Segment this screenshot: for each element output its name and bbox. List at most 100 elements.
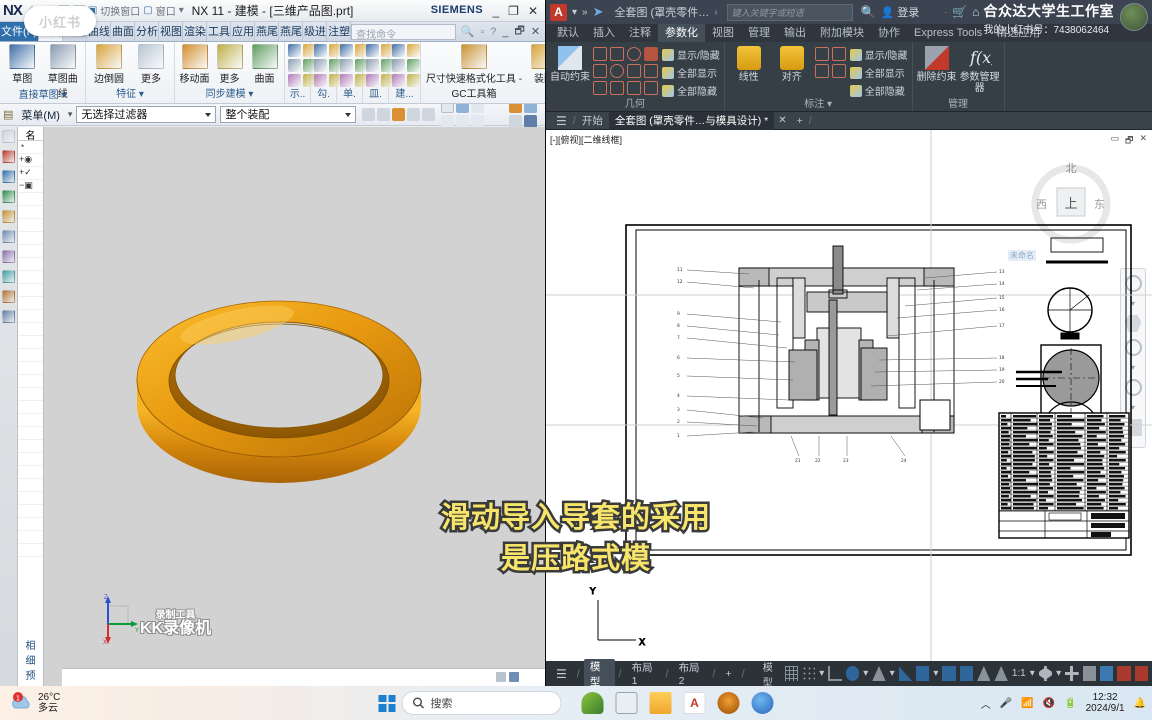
nx-tab-11[interactable]: 燕尾 [279, 22, 304, 41]
nx-minimize-button[interactable]: _ [492, 4, 499, 18]
acad-tab-2[interactable]: 注释 [622, 24, 658, 42]
snap-caret-icon[interactable]: ▾ [819, 668, 824, 679]
file-tab-drawing[interactable]: 全套图 (罩壳零件…与模具设计) * [608, 111, 775, 130]
polar-caret-icon[interactable]: ▾ [863, 668, 868, 679]
autocad-icon[interactable]: A [683, 692, 706, 714]
file-tab-start[interactable]: 开始 [576, 112, 609, 130]
nx-tool-icon-4[interactable] [340, 74, 353, 87]
nx-btn-move-face-icon[interactable]: 移动面 [178, 44, 211, 85]
symmetric-icon[interactable] [627, 81, 641, 95]
share-icon[interactable]: ➤ [593, 4, 604, 20]
horizontal-icon[interactable] [610, 47, 624, 61]
sign-in-label[interactable]: 登录 [897, 4, 919, 20]
nx-tab-4[interactable]: 曲面 [111, 22, 135, 41]
part-navigator-row[interactable] [18, 310, 43, 323]
selection-tools[interactable] [362, 108, 436, 121]
acad-panel-list[interactable]: 显示/隐藏 全部显示 全部隐藏 [662, 45, 720, 98]
acad-tab-9[interactable]: Express Tools [907, 24, 989, 42]
nx-status-buttons[interactable] [496, 672, 519, 682]
hardware-accel-icon[interactable] [1099, 666, 1114, 681]
help-icon[interactable]: ? [490, 26, 496, 38]
nx-btn-sketch-icon[interactable]: 草图 [3, 44, 42, 85]
nx-tab-9[interactable]: 应用 [231, 22, 256, 41]
snap-point-icon[interactable] [407, 108, 421, 121]
annotation-autoscale-icon[interactable] [977, 666, 991, 681]
acad-btn-delete-constraints-icon[interactable]: 删除约束 [917, 45, 957, 97]
part-navigator-row[interactable] [18, 479, 43, 492]
mold-assembly-drawing[interactable]: 11129 876 543 21 131415 161718 1920 21 22… [546, 130, 1152, 661]
widgets-icon[interactable] [581, 692, 604, 714]
selection-scope-combo[interactable]: 整个装配 [220, 106, 357, 123]
workspace-caret-icon[interactable]: ▾ [1056, 668, 1061, 679]
nx-tool-icon-2[interactable] [288, 59, 301, 72]
part-navigator-row[interactable]: ◔ [18, 141, 43, 154]
tangent-icon[interactable] [610, 64, 624, 78]
part-navigator-row[interactable] [18, 401, 43, 414]
part-navigator-footer-item[interactable]: 细 [18, 652, 43, 667]
windows-taskbar[interactable]: 1 26°C 多云 搜索 A ︿ 🎤 📶 🔇 🔋 12:32 2024/9/1 … [0, 686, 1152, 720]
nx-find-command-input[interactable]: 查找命令 [351, 24, 456, 41]
concentric-icon[interactable] [627, 47, 641, 61]
part-navigator-row[interactable] [18, 388, 43, 401]
acad-panel-icon-grid[interactable] [814, 45, 847, 97]
grid-icon[interactable] [784, 666, 798, 681]
layout-tab-layout2[interactable]: 布局2 [673, 660, 709, 686]
part-navigator-row[interactable] [18, 297, 43, 310]
nx-window-controls[interactable]: _ ❐ ✕ [492, 0, 542, 22]
nx-maximize-button[interactable]: ❐ [508, 4, 519, 18]
layout-tab-layout1[interactable]: 布局1 [626, 660, 662, 686]
wifi-icon[interactable]: 📶 [1021, 698, 1033, 709]
nx-tool-icon-0[interactable] [314, 44, 327, 57]
part-navigator-footer-item[interactable]: 相 [18, 637, 43, 652]
avatar[interactable] [1120, 3, 1148, 31]
acad-btn-auto-constrain-icon[interactable]: 自动约束 [550, 45, 590, 97]
part-navigator-row[interactable] [18, 505, 43, 518]
isolate-objects-icon[interactable] [1082, 666, 1096, 681]
smooth-icon[interactable] [644, 64, 658, 78]
snap-end-icon[interactable] [422, 108, 436, 121]
autocad-search-input[interactable]: 键入关键字或短语 [726, 3, 853, 21]
acad-tab-7[interactable]: 附加模块 [813, 24, 871, 42]
part-navigator-row[interactable] [18, 453, 43, 466]
add-layout-button[interactable]: + [720, 668, 738, 680]
kk-recorder-icon[interactable] [717, 692, 740, 714]
part-navigator-row[interactable]: −▣ [18, 180, 43, 193]
part-navigator-row[interactable] [18, 284, 43, 297]
nx-status-close-icon[interactable] [509, 672, 519, 682]
part-navigator-row[interactable] [18, 336, 43, 349]
part-navigator-row[interactable] [18, 427, 43, 440]
nx-tab-13[interactable]: 注塑 [327, 22, 352, 41]
nx-graphics-viewport[interactable]: Z Y X 录制工具 KK录像机 [44, 127, 545, 686]
part-navigator-row[interactable] [18, 375, 43, 388]
acad-list-item[interactable]: 显示/隐藏 [849, 47, 908, 62]
nx-tool-icon-2[interactable] [340, 59, 353, 72]
taskbar-system-tray[interactable]: ︿ 🎤 📶 🔇 🔋 12:32 2024/9/1 🔔 [981, 692, 1146, 715]
annotation-monitor-icon[interactable] [994, 666, 1008, 681]
radial-icon[interactable] [831, 47, 846, 61]
osnap-icon[interactable] [872, 666, 886, 681]
nx-tab-10[interactable]: 燕尾 [255, 22, 280, 41]
part-navigator-row[interactable] [18, 219, 43, 232]
taskbar-pinned-apps[interactable]: A [581, 692, 774, 714]
help-triangle-icon[interactable]: ⌂ [972, 5, 979, 19]
part-navigator-row[interactable] [18, 362, 43, 375]
reuse-library-icon[interactable] [2, 190, 15, 203]
customize-plus-icon[interactable] [1065, 666, 1079, 681]
window-label[interactable]: 窗口 [156, 3, 176, 18]
nx-tab-12[interactable]: 级进 [303, 22, 328, 41]
acad-tab-3[interactable]: 参数化 [658, 24, 705, 42]
selection-filter-combo[interactable]: 无选择过滤器 [76, 106, 217, 123]
nx-resource-bar[interactable] [0, 127, 18, 686]
acad-tab-5[interactable]: 管理 [741, 24, 777, 42]
taskbar-weather-widget[interactable]: 1 26°C 多云 [0, 692, 60, 715]
nx-btn-edge-blend-icon[interactable]: 边倒圆 [89, 44, 129, 85]
nx-close-button[interactable]: ✕ [528, 4, 538, 18]
part-navigator-rows[interactable]: ◔ +◉ +✓ −▣ [18, 141, 43, 637]
lineweight-icon[interactable] [942, 666, 956, 681]
nx-tab-7[interactable]: 渲染 [183, 22, 207, 41]
polar-tracking-icon[interactable] [845, 666, 860, 681]
osnap-caret-icon[interactable]: ▾ [890, 668, 895, 679]
taskbar-search-input[interactable]: 搜索 [401, 691, 562, 715]
autodesk-store-icon[interactable]: 🛒 [952, 5, 967, 19]
workspace-gear-icon[interactable] [1038, 666, 1053, 681]
